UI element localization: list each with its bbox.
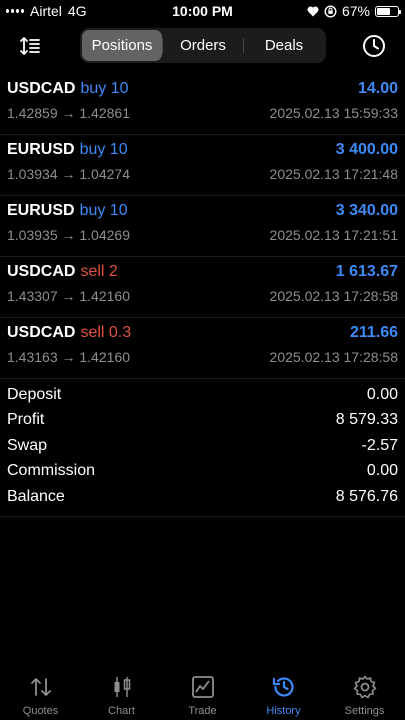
summary-value: 0.00 — [366, 462, 398, 480]
deal-symbol: USDCAD buy 10 — [7, 80, 129, 98]
deal-symbol: USDCAD sell 0.3 — [7, 324, 131, 342]
tab-deals[interactable]: Deals — [244, 30, 324, 61]
sort-icon[interactable] — [18, 34, 42, 58]
deal-time: 2025.02.13 15:59:33 — [269, 105, 398, 121]
segmented-control: Positions Orders Deals — [80, 28, 326, 63]
summary-row-commission: Commission 0.00 — [0, 459, 405, 485]
summary-row-deposit: Deposit 0.00 — [0, 382, 405, 408]
deal-profit: 3 340.00 — [335, 202, 398, 219]
deal-profit: 211.66 — [349, 324, 398, 341]
summary-value: -2.57 — [361, 436, 398, 454]
tab-trade[interactable]: Trade — [163, 666, 243, 720]
deal-time: 2025.02.13 17:28:58 — [269, 349, 398, 365]
summary-value: 8 576.76 — [335, 487, 398, 505]
deal-side: buy 10 — [79, 141, 128, 158]
battery-percent: 67% — [341, 3, 370, 19]
trade-icon — [191, 676, 214, 698]
deal-prices: 1.42859 → 1.42861 — [7, 105, 130, 121]
deal-time: 2025.02.13 17:21:48 — [269, 166, 398, 182]
deal-side: buy 10 — [80, 80, 129, 97]
list-item[interactable]: EURUSD buy 10 3 400.00 1.03934 → 1.04274 … — [0, 135, 405, 196]
gear-icon — [353, 675, 376, 699]
rotation-lock-icon — [324, 4, 337, 18]
deal-prices: 1.43307 → 1.42160 — [7, 288, 130, 304]
summary-row-profit: Profit 8 579.33 — [0, 408, 405, 434]
deal-side: buy 10 — [79, 202, 128, 219]
top-bar: Positions Orders Deals — [0, 28, 405, 64]
tab-quotes[interactable]: Quotes — [1, 666, 81, 720]
tab-orders[interactable]: Orders — [163, 30, 243, 61]
summary-label: Deposit — [7, 385, 62, 403]
clock-icon[interactable] — [361, 33, 387, 59]
summary-label: Commission — [7, 462, 96, 480]
summary-row-balance: Balance 8 576.76 — [0, 484, 405, 510]
deal-symbol: EURUSD buy 10 — [7, 141, 128, 159]
deal-time: 2025.02.13 17:28:58 — [269, 288, 398, 304]
summary-value: 0.00 — [366, 385, 398, 403]
tab-label: Quotes — [22, 705, 59, 717]
deal-prices: 1.43163 → 1.42160 — [7, 349, 130, 365]
deal-profit: 3 400.00 — [335, 141, 398, 158]
tab-label: Chart — [108, 705, 135, 717]
symbol-text: USDCAD — [7, 80, 76, 97]
symbol-text: USDCAD — [7, 263, 76, 280]
deal-prices: 1.03935 → 1.04269 — [7, 227, 130, 243]
deal-side: sell 2 — [80, 263, 118, 280]
summary-label: Balance — [7, 487, 65, 505]
chart-icon — [114, 677, 130, 697]
tab-label: Settings — [344, 705, 385, 717]
status-right: 67% — [307, 3, 401, 19]
tab-history[interactable]: History — [244, 666, 324, 720]
list-item[interactable]: USDCAD buy 10 14.00 1.42859 → 1.42861 202… — [0, 74, 405, 135]
symbol-text: EURUSD — [7, 141, 75, 158]
deal-profit: 1 613.67 — [335, 263, 398, 280]
deals-list: USDCAD buy 10 14.00 1.42859 → 1.42861 202… — [0, 74, 405, 379]
quotes-icon — [30, 678, 51, 696]
tab-bar: Quotes Chart Trade History Settings — [0, 666, 405, 720]
symbol-text: USDCAD — [7, 324, 76, 341]
deal-time: 2025.02.13 17:21:51 — [269, 227, 398, 243]
tab-settings[interactable]: Settings — [325, 666, 405, 720]
heart-icon — [307, 5, 319, 16]
battery-icon — [375, 5, 401, 17]
summary-label: Profit — [7, 411, 45, 429]
list-item[interactable]: USDCAD sell 2 1 613.67 1.43307 → 1.42160 … — [0, 257, 405, 318]
status-bar: Airtel 4G 10:00 PM 67% — [0, 0, 405, 24]
tab-label: Trade — [188, 705, 217, 717]
deal-prices: 1.03934 → 1.04274 — [7, 166, 130, 182]
history-icon — [272, 677, 294, 697]
tab-chart[interactable]: Chart — [82, 666, 162, 720]
tab-label: History — [266, 705, 301, 717]
deal-symbol: USDCAD sell 2 — [7, 263, 118, 281]
list-item[interactable]: USDCAD sell 0.3 211.66 1.43163 → 1.42160 … — [0, 318, 405, 379]
summary-value: 8 579.33 — [335, 411, 398, 429]
deal-profit: 14.00 — [357, 80, 398, 97]
summary-label: Swap — [7, 436, 48, 454]
tab-positions[interactable]: Positions — [82, 30, 162, 61]
summary-panel: Deposit 0.00 Profit 8 579.33 Swap -2.57 … — [0, 382, 405, 517]
summary-row-swap: Swap -2.57 — [0, 433, 405, 459]
symbol-text: EURUSD — [7, 202, 75, 219]
deal-symbol: EURUSD buy 10 — [7, 202, 128, 220]
deal-side: sell 0.3 — [80, 324, 132, 341]
list-item[interactable]: EURUSD buy 10 3 340.00 1.03935 → 1.04269 … — [0, 196, 405, 257]
